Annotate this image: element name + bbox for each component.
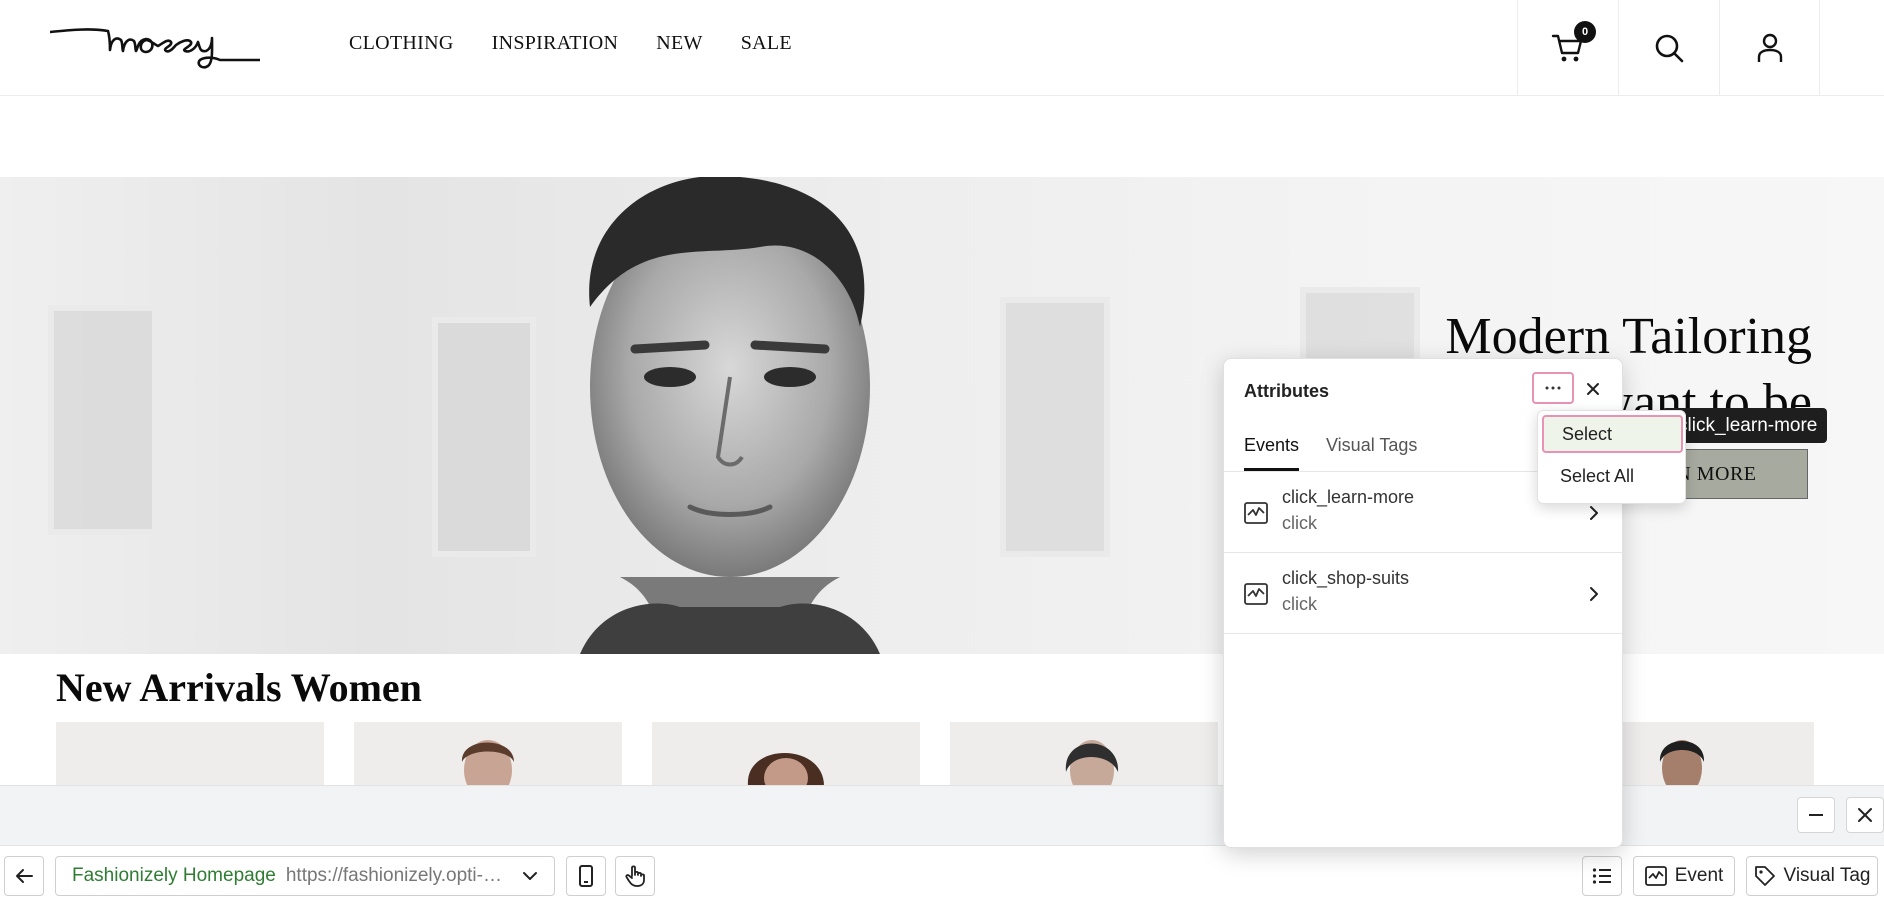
product-card[interactable]: [950, 722, 1218, 786]
tag-icon: [1754, 866, 1775, 886]
page-name: Fashionizely Homepage: [72, 865, 276, 886]
search-icon: [1655, 34, 1684, 63]
account-button[interactable]: [1719, 0, 1820, 96]
add-event-label: Event: [1674, 865, 1724, 886]
chevron-right-icon: [1590, 587, 1598, 601]
mosey-logo[interactable]: [50, 18, 260, 70]
close-icon: [1587, 383, 1599, 395]
event-name: click_shop-suits: [1282, 568, 1410, 588]
page-selector[interactable]: Fashionizely Homepage https://fashionize…: [55, 856, 555, 896]
event-name: click_learn-more: [1282, 487, 1415, 507]
device-preview-button[interactable]: [566, 856, 606, 896]
product-image: [1659, 740, 1705, 786]
list-icon: [1592, 868, 1611, 884]
menu-item-select-all[interactable]: Select All: [1542, 457, 1683, 495]
search-button[interactable]: [1618, 0, 1719, 96]
tab-visual-tags[interactable]: Visual Tags: [1326, 435, 1417, 468]
more-options-menu: Select Select All: [1537, 410, 1686, 504]
cart-count-badge: 0: [1574, 21, 1596, 43]
minimize-icon: [1809, 814, 1823, 816]
product-card[interactable]: [354, 722, 622, 786]
event-type: click: [1282, 594, 1317, 614]
new-arrivals-title: New Arrivals Women: [56, 665, 422, 710]
event-tag-tooltip: click_learn-more: [1662, 408, 1828, 443]
product-image: [461, 740, 514, 786]
site-header: CLOTHING INSPIRATION NEW SALE 0: [0, 0, 1884, 96]
hero-portrait-image: [580, 177, 880, 654]
event-row[interactable]: click_shop-suits click: [1224, 554, 1622, 634]
add-visual-tag-label: Visual Tag: [1783, 865, 1871, 886]
interact-mode-button[interactable]: [615, 856, 655, 896]
menu-item-select[interactable]: Select: [1542, 415, 1683, 453]
event-chart-icon: [1644, 866, 1667, 886]
product-card[interactable]: [56, 722, 324, 786]
chevron-right-icon: [1590, 506, 1598, 520]
close-panel-button[interactable]: [1578, 374, 1608, 404]
nav-clothing[interactable]: CLOTHING: [349, 32, 454, 55]
product-card[interactable]: [652, 722, 920, 786]
nav-sale[interactable]: SALE: [741, 32, 792, 55]
list-view-button[interactable]: [1582, 856, 1622, 896]
user-icon: [1757, 33, 1782, 62]
page-url: https://fashionizely.opti-demo...: [285, 865, 512, 886]
close-editor-button[interactable]: [1846, 797, 1884, 833]
hero-background-window: [1000, 297, 1110, 557]
more-options-button[interactable]: [1532, 372, 1574, 404]
nav-new[interactable]: NEW: [656, 32, 702, 55]
product-card[interactable]: [1616, 722, 1814, 786]
chevron-down-icon: [523, 872, 537, 880]
main-nav: CLOTHING INSPIRATION NEW SALE: [349, 32, 792, 55]
add-event-button[interactable]: Event: [1633, 856, 1735, 896]
back-arrow-icon: [16, 869, 33, 883]
hero-background-window: [48, 305, 158, 535]
panel-title: Attributes: [1244, 381, 1329, 401]
nav-inspiration[interactable]: INSPIRATION: [492, 32, 619, 55]
back-button[interactable]: [4, 856, 44, 896]
event-chart-icon: [1244, 502, 1268, 524]
cart-button[interactable]: 0: [1517, 0, 1618, 96]
minimize-button[interactable]: [1797, 797, 1835, 833]
mobile-icon: [579, 865, 593, 887]
add-visual-tag-button[interactable]: Visual Tag: [1746, 856, 1878, 896]
more-icon: [1545, 386, 1561, 390]
close-icon: [1858, 808, 1872, 822]
event-chart-icon: [1244, 583, 1268, 605]
event-type: click: [1282, 513, 1317, 533]
tab-events[interactable]: Events: [1244, 435, 1300, 471]
hand-pointer-icon: [625, 865, 645, 887]
product-image: [1065, 740, 1119, 786]
product-image: [747, 753, 824, 786]
